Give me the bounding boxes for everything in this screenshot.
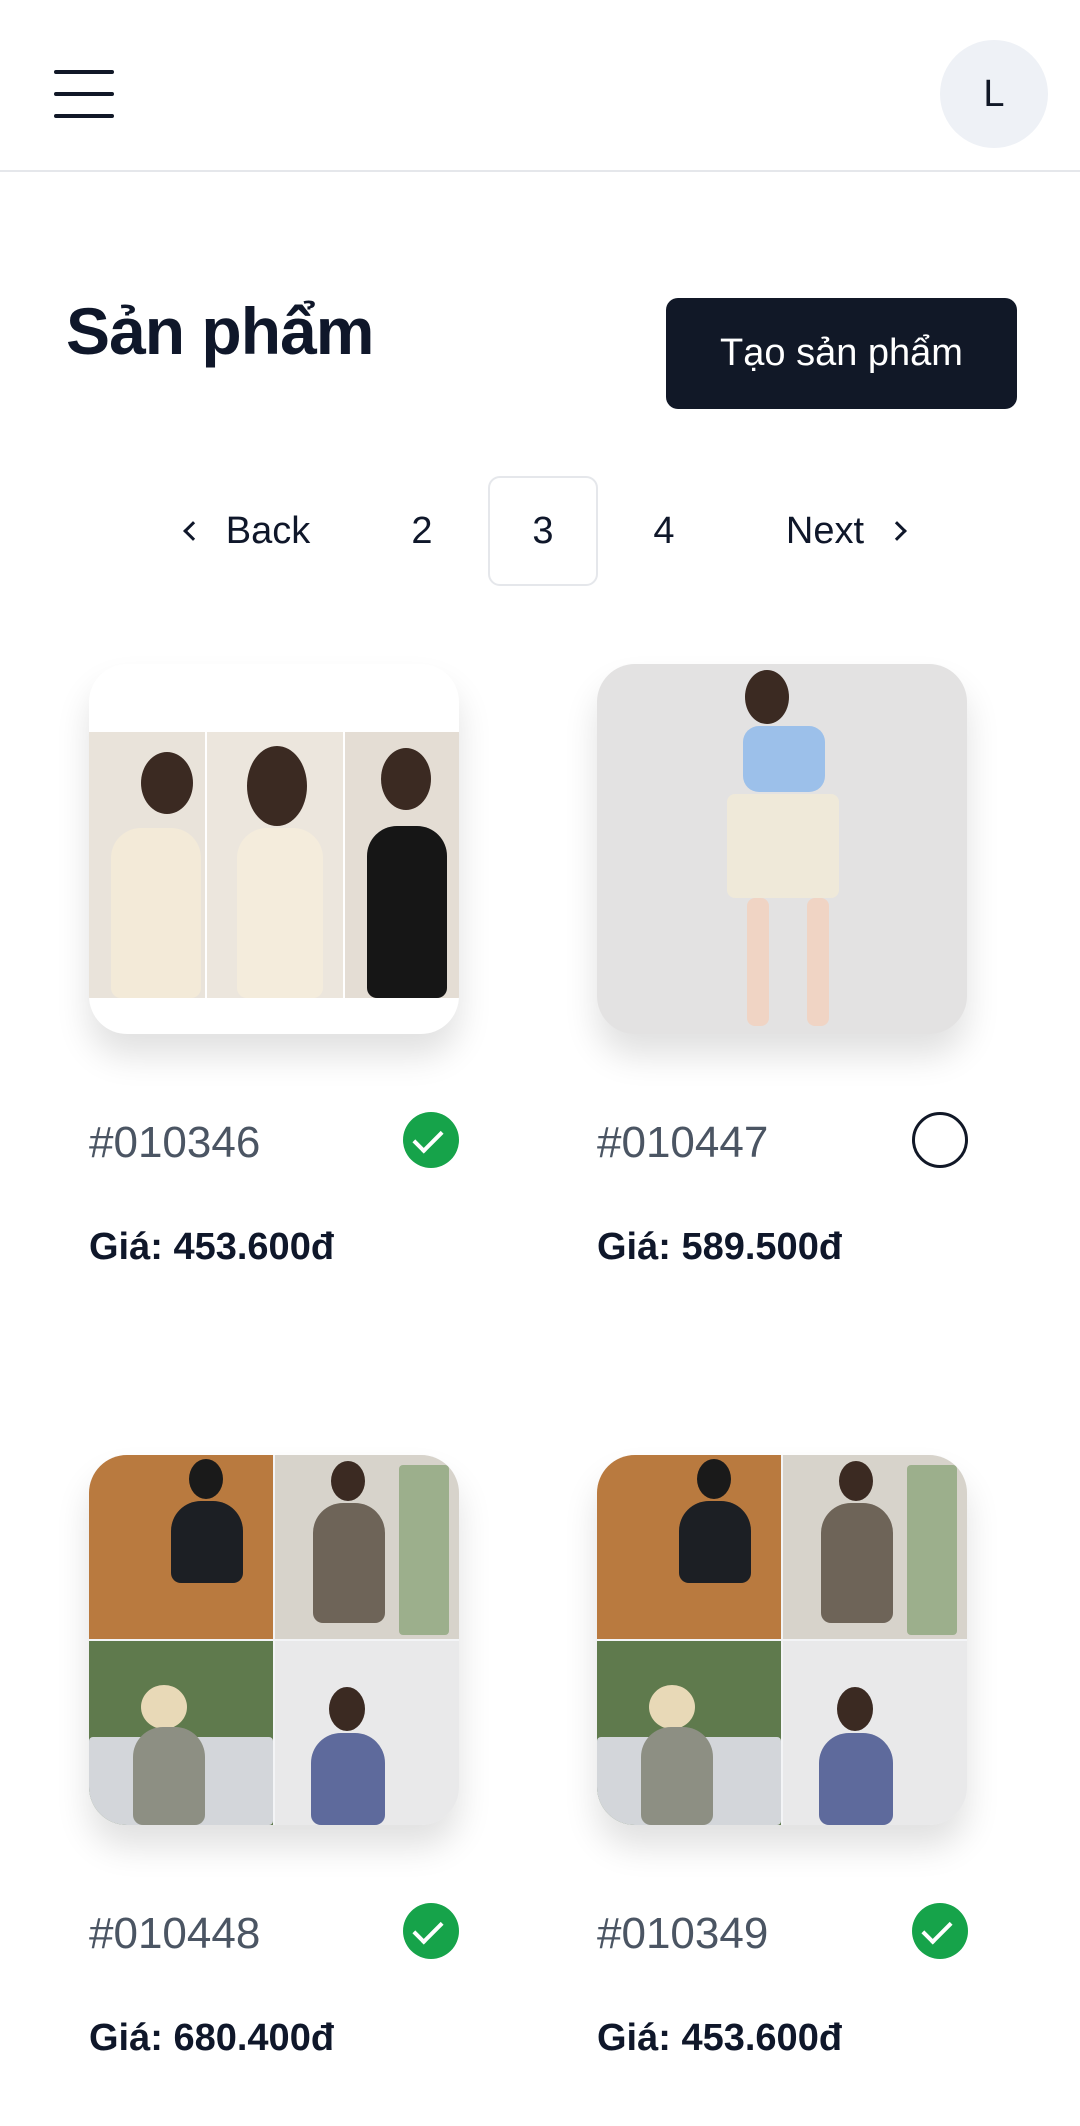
pagination-next-label: Next	[785, 509, 865, 552]
status-checked-icon[interactable]	[403, 1903, 459, 1959]
pagination-back-button[interactable]: Back	[168, 476, 328, 586]
product-image[interactable]	[597, 664, 967, 1034]
avatar[interactable]: L	[940, 40, 1048, 148]
product-price: Giá: 589.500đ	[597, 1226, 843, 1268]
pagination: Back 2 3 4 Next	[0, 476, 1080, 586]
status-checked-icon[interactable]	[912, 1903, 968, 1959]
chevron-right-icon	[887, 521, 907, 541]
product-code: #010448	[89, 1909, 261, 1958]
pagination-page-4[interactable]: 4	[624, 476, 704, 586]
product-code: #010349	[597, 1909, 769, 1958]
product-code: #010447	[597, 1118, 769, 1167]
product-code: #010346	[89, 1118, 261, 1167]
hamburger-menu-icon[interactable]	[54, 68, 116, 120]
product-image[interactable]	[89, 664, 459, 1034]
product-image[interactable]	[89, 1455, 459, 1825]
product-price: Giá: 453.600đ	[89, 1226, 335, 1268]
status-checked-icon[interactable]	[403, 1112, 459, 1168]
product-price: Giá: 453.600đ	[597, 2017, 843, 2059]
create-product-button[interactable]: Tạo sản phẩm	[666, 298, 1017, 409]
product-image[interactable]	[597, 1455, 967, 1825]
pagination-page-3-current[interactable]: 3	[488, 476, 598, 586]
pagination-back-label: Back	[225, 509, 311, 552]
pagination-page-2[interactable]: 2	[382, 476, 462, 586]
pagination-next-button[interactable]: Next	[770, 476, 920, 586]
page-title: Sản phẩm	[66, 294, 374, 368]
chevron-left-icon	[182, 521, 203, 541]
product-price: Giá: 680.400đ	[89, 2017, 335, 2059]
status-unchecked-icon[interactable]	[912, 1112, 968, 1168]
top-bar: L	[0, 0, 1080, 172]
